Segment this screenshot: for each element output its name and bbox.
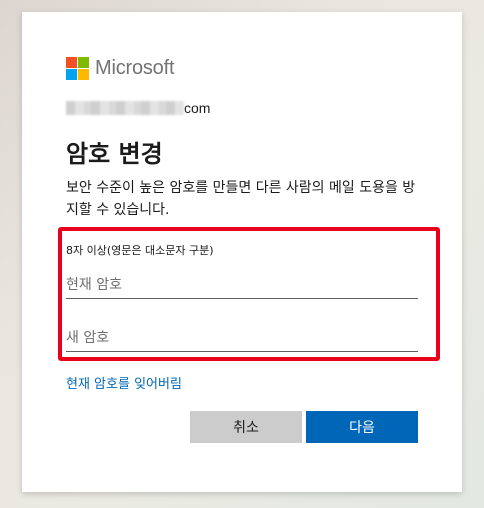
page-description: 보안 수준이 높은 암호를 만들면 다른 사람의 메일 도용을 방지할 수 있습… bbox=[66, 180, 416, 218]
page-title: 암호 변경 bbox=[66, 140, 163, 168]
new-password-input[interactable] bbox=[66, 325, 418, 352]
logo-text: Microsoft bbox=[95, 56, 175, 79]
cancel-button[interactable]: 취소 bbox=[190, 411, 302, 443]
microsoft-squares-icon bbox=[66, 56, 89, 80]
password-hint: 8자 이상(영문은 대소문자 구분) bbox=[66, 244, 214, 257]
redacted-email bbox=[66, 101, 184, 115]
next-button[interactable]: 다음 bbox=[306, 411, 418, 443]
change-password-card: Microsoft com 암호 변경 보안 수준이 높은 암호를 만들면 다른… bbox=[22, 12, 462, 492]
account-email: com bbox=[66, 100, 210, 116]
microsoft-logo: Microsoft bbox=[66, 56, 175, 80]
forgot-password-link[interactable]: 현재 암호를 잊어버림 bbox=[66, 373, 182, 392]
current-password-input[interactable] bbox=[66, 272, 418, 299]
email-domain-suffix: com bbox=[184, 100, 211, 116]
